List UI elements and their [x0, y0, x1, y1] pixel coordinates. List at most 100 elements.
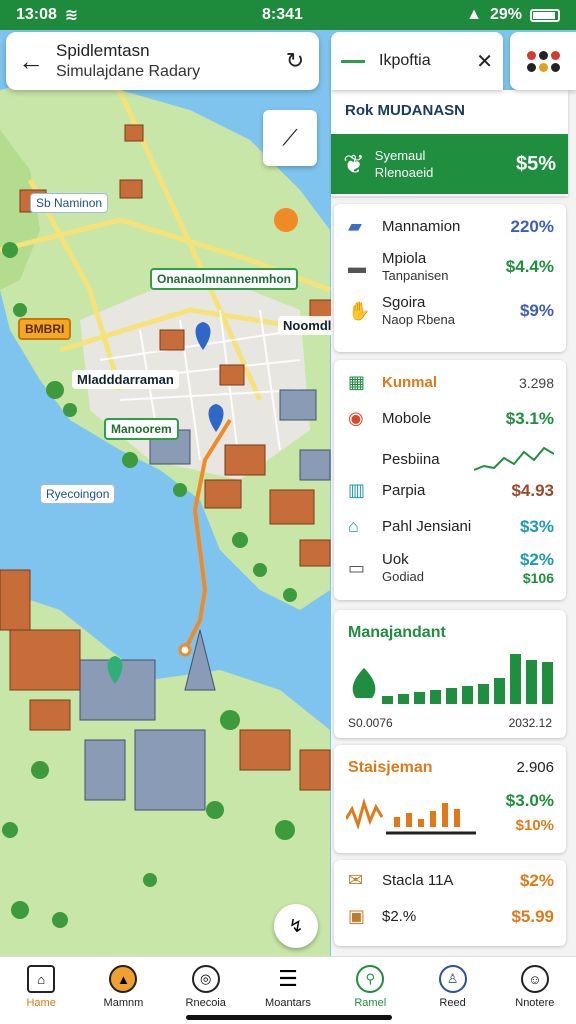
route-button[interactable]: ↯	[274, 904, 318, 948]
list-item-label: Mobole	[382, 410, 432, 427]
list-item-value: $2%	[519, 870, 554, 890]
nav-moantars[interactable]: ☰ Moantars	[247, 957, 329, 1024]
battery-icon	[530, 8, 560, 22]
list-item-sub: Godiad	[382, 569, 424, 584]
chart-bar	[526, 660, 537, 704]
list-item[interactable]: ✉ Stacla 11A $2%	[348, 870, 554, 891]
chart-right-label: 2032.12	[508, 716, 552, 730]
map-label-mladdarraman[interactable]: Mladddarraman	[72, 370, 179, 389]
chart-card[interactable]: Manajandant S0.0076 2032.12	[334, 610, 566, 738]
list-item[interactable]: ▬ Mpiola Tanpanisen $4.4%	[348, 250, 554, 284]
kpi-highlight-line2: Rlenoaeid	[374, 165, 434, 180]
list-item-value: $5.99	[511, 906, 554, 926]
list-item-value: $4.4%	[505, 257, 554, 276]
nav-label: Rnecoia	[185, 997, 226, 1009]
chart-left-label: S0.0076	[348, 716, 393, 730]
list-item-label: Pahl Jensiani	[382, 518, 472, 535]
nav-label: Nnotere	[515, 997, 555, 1009]
chart-card-title: Manajandant	[348, 624, 446, 641]
nav-label: Reed	[439, 997, 466, 1009]
box-icon: ▭	[348, 557, 366, 578]
back-arrow-icon[interactable]: ←	[6, 46, 56, 77]
compass-button[interactable]: ⟋	[263, 110, 317, 166]
panel-title: Ikpoftia	[379, 52, 431, 69]
list-item-label: Uok	[382, 551, 409, 568]
list-item-value: $4.93	[511, 480, 554, 500]
search-subtitle: Simulajdane Radary	[56, 63, 201, 80]
status-time: 13:08	[16, 6, 57, 23]
panel-header: Ikpoftia ✕	[331, 32, 503, 90]
chart-bar	[494, 678, 505, 704]
block-icon: ▬	[348, 256, 366, 277]
route-icon: ↯	[288, 915, 304, 936]
list-item-label: Mpiola	[382, 250, 427, 267]
list-item-value: 220%	[510, 216, 554, 236]
list-item[interactable]: ▰ Mannamion 220%	[348, 216, 554, 237]
map-label-district[interactable]: Sb Naminon	[30, 193, 109, 213]
list-item-value-2: $106	[522, 570, 554, 586]
list-item-value: $2%	[519, 550, 554, 569]
palette-button[interactable]	[510, 32, 576, 90]
chart-bar	[414, 692, 425, 704]
home-indicator[interactable]	[186, 1015, 392, 1020]
cup-icon: ⌂	[348, 516, 359, 536]
chart-bar	[430, 690, 441, 704]
refresh-icon[interactable]: ↻	[271, 48, 319, 74]
info-panel: Rok MUDANASN ❦ Syemaul Rlenoaeid $5% ▰ M…	[331, 90, 576, 956]
list-item[interactable]: ▭ Uok Godiad $2% $106	[348, 550, 554, 586]
metrics-card-1: ▰ Mannamion 220% ▬ Mpiola Tanpanisen $4.4…	[334, 204, 566, 352]
map-label-bmbri[interactable]: BMBRI	[18, 318, 72, 340]
stats-card[interactable]: Staisjeman 2.906 $3.0% $10%	[334, 745, 566, 853]
nav-mamnm[interactable]: ▲ Mamnm	[82, 957, 164, 1024]
list-header-label: Kunmal	[382, 374, 438, 391]
stats-sparkbars	[346, 797, 476, 835]
map-label-avenue[interactable]: Onanaolmnannenmhon	[150, 268, 299, 290]
list-item-value: $9%	[519, 301, 554, 320]
compass-needle-icon: ⟋	[282, 125, 298, 150]
summary-card: ✉ Stacla 11A $2% ▣ $2.% $5.99	[334, 860, 566, 946]
list-item-label: Parpia	[382, 482, 426, 499]
search-title: Spidlemtasn	[56, 41, 150, 60]
search-icon: ⚲	[356, 965, 385, 993]
list-item[interactable]: ⌂ Pahl Jensiani $3%	[348, 516, 554, 537]
envelope-icon: ✉	[348, 870, 364, 890]
pallet-icon: ▰	[348, 216, 362, 236]
list-item[interactable]: ✋ Sgoira Naop Rbena $9%	[348, 294, 554, 328]
chart-bar	[510, 654, 521, 704]
nav-nnotere[interactable]: ☺ Nnotere	[494, 957, 576, 1024]
list-item-value: $3%	[519, 516, 554, 536]
list-item[interactable]: ◉ Mobole $3.1%	[348, 408, 554, 429]
menu-icon[interactable]	[341, 59, 365, 63]
stats-value-1: $3.0%	[505, 791, 554, 810]
list-item[interactable]: ▥ Parpia $4.93	[348, 480, 554, 501]
kpi-highlight-line1: Syemaul	[374, 148, 426, 163]
map-label-manoorem[interactable]: Manoorem	[104, 418, 179, 440]
list-item-label: Sgoira	[382, 294, 426, 311]
nav-label: Hame	[26, 997, 56, 1009]
close-icon[interactable]: ✕	[476, 49, 493, 74]
nav-rnecoia[interactable]: ◎ Rnecoia	[165, 957, 247, 1024]
list-item[interactable]: ▣ $2.% $5.99	[348, 906, 554, 927]
chart-bar	[462, 686, 473, 704]
search-card[interactable]: ← Spidlemtasn Simulajdane Radary ↻	[6, 32, 319, 90]
bottom-navigation: ⌂ Hame ▲ Mamnm ◎ Rnecoia ☰ Moantars ⚲ Ra…	[0, 956, 576, 1024]
kpi-card: Rok MUDANASN ❦ Syemaul Rlenoaeid $5%	[331, 90, 568, 196]
bars	[382, 654, 553, 704]
hand-icon: ✋	[348, 300, 371, 321]
nav-reed[interactable]: ♙ Reed	[411, 957, 493, 1024]
compass-icon: ▲	[109, 965, 138, 993]
map-label-ryecoingon[interactable]: Ryecoingon	[40, 484, 116, 504]
nav-ramel[interactable]: ⚲ Ramel	[329, 957, 411, 1024]
list-item-label: Stacla 11A	[382, 872, 454, 889]
chart-bar	[382, 696, 393, 704]
chart-icon: ▦	[348, 372, 366, 392]
metrics-card-2: ▦ Kunmal 3.298 ◉ Mobole $3.1% Pesbiina ▥…	[334, 360, 566, 600]
profile-icon: ☺	[520, 965, 549, 993]
kpi-highlight[interactable]: ❦ Syemaul Rlenoaeid $5%	[331, 134, 568, 194]
sparkline	[474, 446, 554, 471]
list-item[interactable]: Pesbiina	[348, 444, 554, 474]
signal-icon: ▲	[466, 6, 482, 23]
building-icon: ▥	[348, 480, 366, 500]
nav-home[interactable]: ⌂ Hame	[0, 957, 82, 1024]
battery-percent: 29%	[489, 6, 522, 23]
